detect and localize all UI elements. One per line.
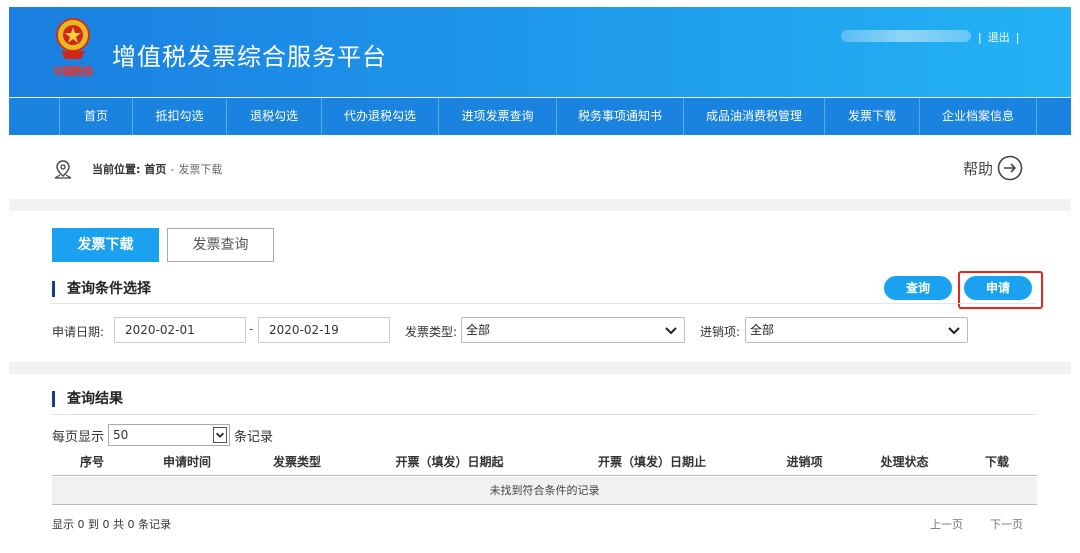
- location-pin-icon: [54, 160, 72, 179]
- record-count-info: 显示 0 到 0 共 0 条记录: [52, 518, 171, 531]
- results-table-header: 序号 申请时间 发票类型 开票（填发）日期起 开票（填发）日期止 进销项 处理状…: [52, 452, 1037, 476]
- input-item-select[interactable]: 全部: [745, 317, 968, 343]
- nav-item-home[interactable]: 首页: [59, 98, 133, 135]
- user-name-redacted: [841, 30, 971, 42]
- divider-band: [9, 362, 1071, 374]
- invoice-type-select[interactable]: 全部: [461, 317, 685, 343]
- nav-item-refund[interactable]: 退税勾选: [227, 98, 322, 135]
- separator: |: [978, 31, 982, 44]
- user-links: | 退出 |: [975, 29, 1022, 45]
- tab-invoice-query[interactable]: 发票查询: [167, 228, 274, 262]
- column-header[interactable]: 进销项: [757, 452, 852, 475]
- nav-item-oil-tax[interactable]: 成品油消费税管理: [684, 98, 825, 135]
- input-item-value: 全部: [750, 323, 775, 337]
- date-separator: -: [249, 322, 254, 336]
- column-header[interactable]: 处理状态: [852, 452, 957, 475]
- nav-item-invoice-download[interactable]: 发票下载: [825, 98, 920, 135]
- column-header[interactable]: 序号: [52, 452, 132, 475]
- breadcrumb: 当前位置: 首页 - 发票下载: [52, 157, 222, 181]
- separator: |: [1015, 31, 1020, 44]
- query-button[interactable]: 查询: [884, 276, 952, 300]
- nav-item-input-invoice-query[interactable]: 进项发票查询: [439, 98, 557, 135]
- divider-band: [9, 199, 1071, 211]
- results-section-title: 查询结果: [52, 391, 123, 407]
- date-label: 申请日期:: [52, 325, 105, 339]
- nav-item-tax-notice[interactable]: 税务事项通知书: [557, 98, 684, 135]
- breadcrumb-current: 发票下载: [178, 163, 223, 176]
- empty-table-message: 未找到符合条件的记录: [52, 477, 1037, 505]
- tab-invoice-download[interactable]: 发票下载: [52, 228, 159, 262]
- column-header[interactable]: 发票类型: [242, 452, 352, 475]
- per-page-value: 50: [113, 428, 129, 442]
- emblem-text: 中国税务: [53, 65, 94, 78]
- per-page-control: 每页显示 50 条记录: [52, 424, 273, 446]
- query-section-title: 查询条件选择: [52, 281, 151, 297]
- main-nav: 首页 抵扣勾选 退税勾选 代办退税勾选 进项发票查询 税务事项通知书 成品油消费…: [9, 98, 1071, 135]
- nav-item-deduction[interactable]: 抵扣勾选: [133, 98, 227, 135]
- chevron-down-icon: [665, 327, 677, 335]
- date-to-input[interactable]: [258, 317, 390, 343]
- breadcrumb-separator: -: [170, 162, 175, 176]
- header-banner: 中国税务 增值税发票综合服务平台 | 退出 |: [9, 7, 1071, 97]
- column-header[interactable]: 开票（填发）日期止: [547, 452, 757, 475]
- apply-button[interactable]: 申请: [964, 276, 1032, 300]
- prev-page-button[interactable]: 上一页: [930, 516, 963, 532]
- invoice-type-label: 发票类型:: [405, 325, 458, 339]
- column-header[interactable]: 申请时间: [132, 452, 242, 475]
- logout-link[interactable]: 退出: [988, 31, 1010, 44]
- help-label: 帮助: [963, 159, 994, 178]
- per-page-select[interactable]: 50: [108, 424, 231, 446]
- section-rule: [52, 303, 1037, 304]
- column-header[interactable]: 开票（填发）日期起: [352, 452, 547, 475]
- next-page-button[interactable]: 下一页: [990, 516, 1023, 532]
- breadcrumb-prefix: 当前位置:: [92, 163, 141, 176]
- column-header[interactable]: 下载: [957, 452, 1037, 475]
- invoice-type-value: 全部: [466, 323, 491, 337]
- nav-item-enterprise-info[interactable]: 企业档案信息: [920, 98, 1037, 135]
- tax-emblem-icon: [56, 18, 90, 59]
- date-from-input[interactable]: [114, 317, 246, 343]
- section-rule: [52, 414, 1037, 415]
- site-title: 增值税发票综合服务平台: [112, 43, 387, 71]
- per-page-prefix: 每页显示: [52, 429, 105, 445]
- nav-item-agent-refund[interactable]: 代办退税勾选: [322, 98, 439, 135]
- input-item-label: 进销项:: [700, 325, 741, 339]
- breadcrumb-home[interactable]: 首页: [144, 161, 166, 177]
- chevron-down-icon: [948, 327, 960, 335]
- help-button[interactable]: 帮助: [963, 155, 1023, 181]
- chevron-down-icon: [213, 427, 228, 443]
- arrow-right-circle-icon: [997, 155, 1023, 181]
- per-page-suffix: 条记录: [234, 429, 274, 445]
